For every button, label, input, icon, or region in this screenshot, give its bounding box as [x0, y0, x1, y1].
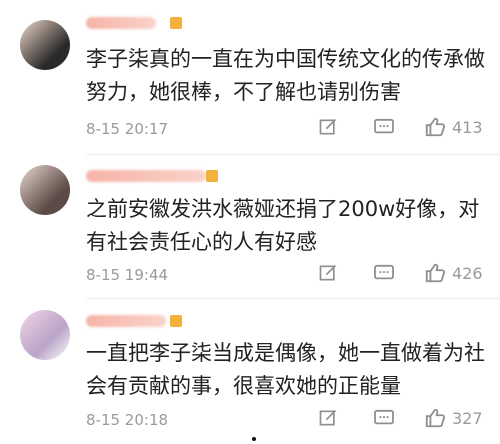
page-indicator-dot — [252, 437, 256, 441]
username-blurred[interactable] — [86, 17, 156, 29]
like-button[interactable]: 327 — [424, 407, 483, 429]
comment-time: 8-15 19:44 — [86, 266, 169, 284]
thumbs-up-icon — [425, 408, 446, 428]
avatar[interactable] — [20, 165, 70, 215]
divider — [86, 298, 500, 299]
reply-button[interactable] — [373, 264, 395, 282]
comment-time: 8-15 20:17 — [86, 120, 169, 138]
share-edit-icon — [319, 264, 337, 281]
share-edit-icon — [319, 409, 337, 426]
comment-icon — [374, 409, 394, 425]
like-button[interactable]: 413 — [424, 116, 483, 138]
share-edit-icon — [319, 118, 337, 135]
comment-time: 8-15 20:18 — [86, 411, 169, 429]
thumbs-up-icon — [425, 263, 446, 283]
comment-item-2: 之前安徽发洪水薇娅还捐了200w好像，对有社会责任心的人有好感 8-15 19:… — [0, 155, 500, 305]
username-blurred[interactable] — [86, 170, 206, 182]
reply-button[interactable] — [373, 409, 395, 427]
username-blurred[interactable] — [86, 315, 166, 327]
repost-button[interactable] — [318, 117, 338, 137]
thumbs-up-icon — [425, 117, 446, 137]
comment-icon — [374, 264, 394, 280]
vip-badge-icon — [170, 315, 182, 327]
like-count: 413 — [452, 117, 483, 137]
reply-button[interactable] — [373, 118, 395, 136]
repost-button[interactable] — [318, 408, 338, 428]
avatar[interactable] — [20, 310, 70, 360]
comment-text: 一直把李子柒当成是偶像，她一直做着为社会有贡献的事，很喜欢她的正能量 — [86, 341, 485, 398]
like-count: 327 — [452, 408, 483, 428]
like-count: 426 — [452, 263, 483, 283]
comment-text: 李子柒真的一直在为中国传统文化的传承做努力，她很棒，不了解也请别伤害 — [86, 47, 485, 104]
vip-badge-icon — [170, 17, 182, 29]
repost-button[interactable] — [318, 263, 338, 283]
like-button[interactable]: 426 — [424, 262, 483, 284]
comment-text: 之前安徽发洪水薇娅还捐了200w好像，对有社会责任心的人有好感 — [86, 197, 480, 254]
avatar[interactable] — [20, 20, 70, 70]
comment-icon — [374, 118, 394, 134]
comment-item-3: 一直把李子柒当成是偶像，她一直做着为社会有贡献的事，很喜欢她的正能量 8-15 … — [0, 300, 500, 444]
comment-item-1: 李子柒真的一直在为中国传统文化的传承做努力，她很棒，不了解也请别伤害 8-15 … — [0, 0, 500, 150]
vip-badge-icon — [206, 170, 218, 182]
